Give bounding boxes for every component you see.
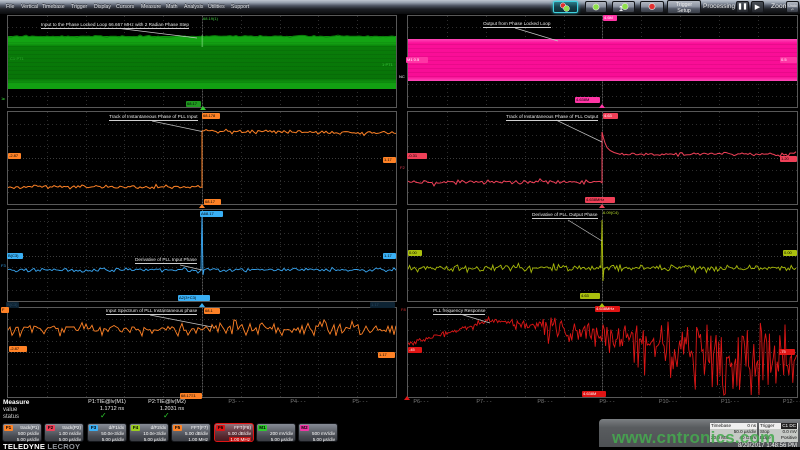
svg-text:1: 1 (619, 6, 623, 12)
